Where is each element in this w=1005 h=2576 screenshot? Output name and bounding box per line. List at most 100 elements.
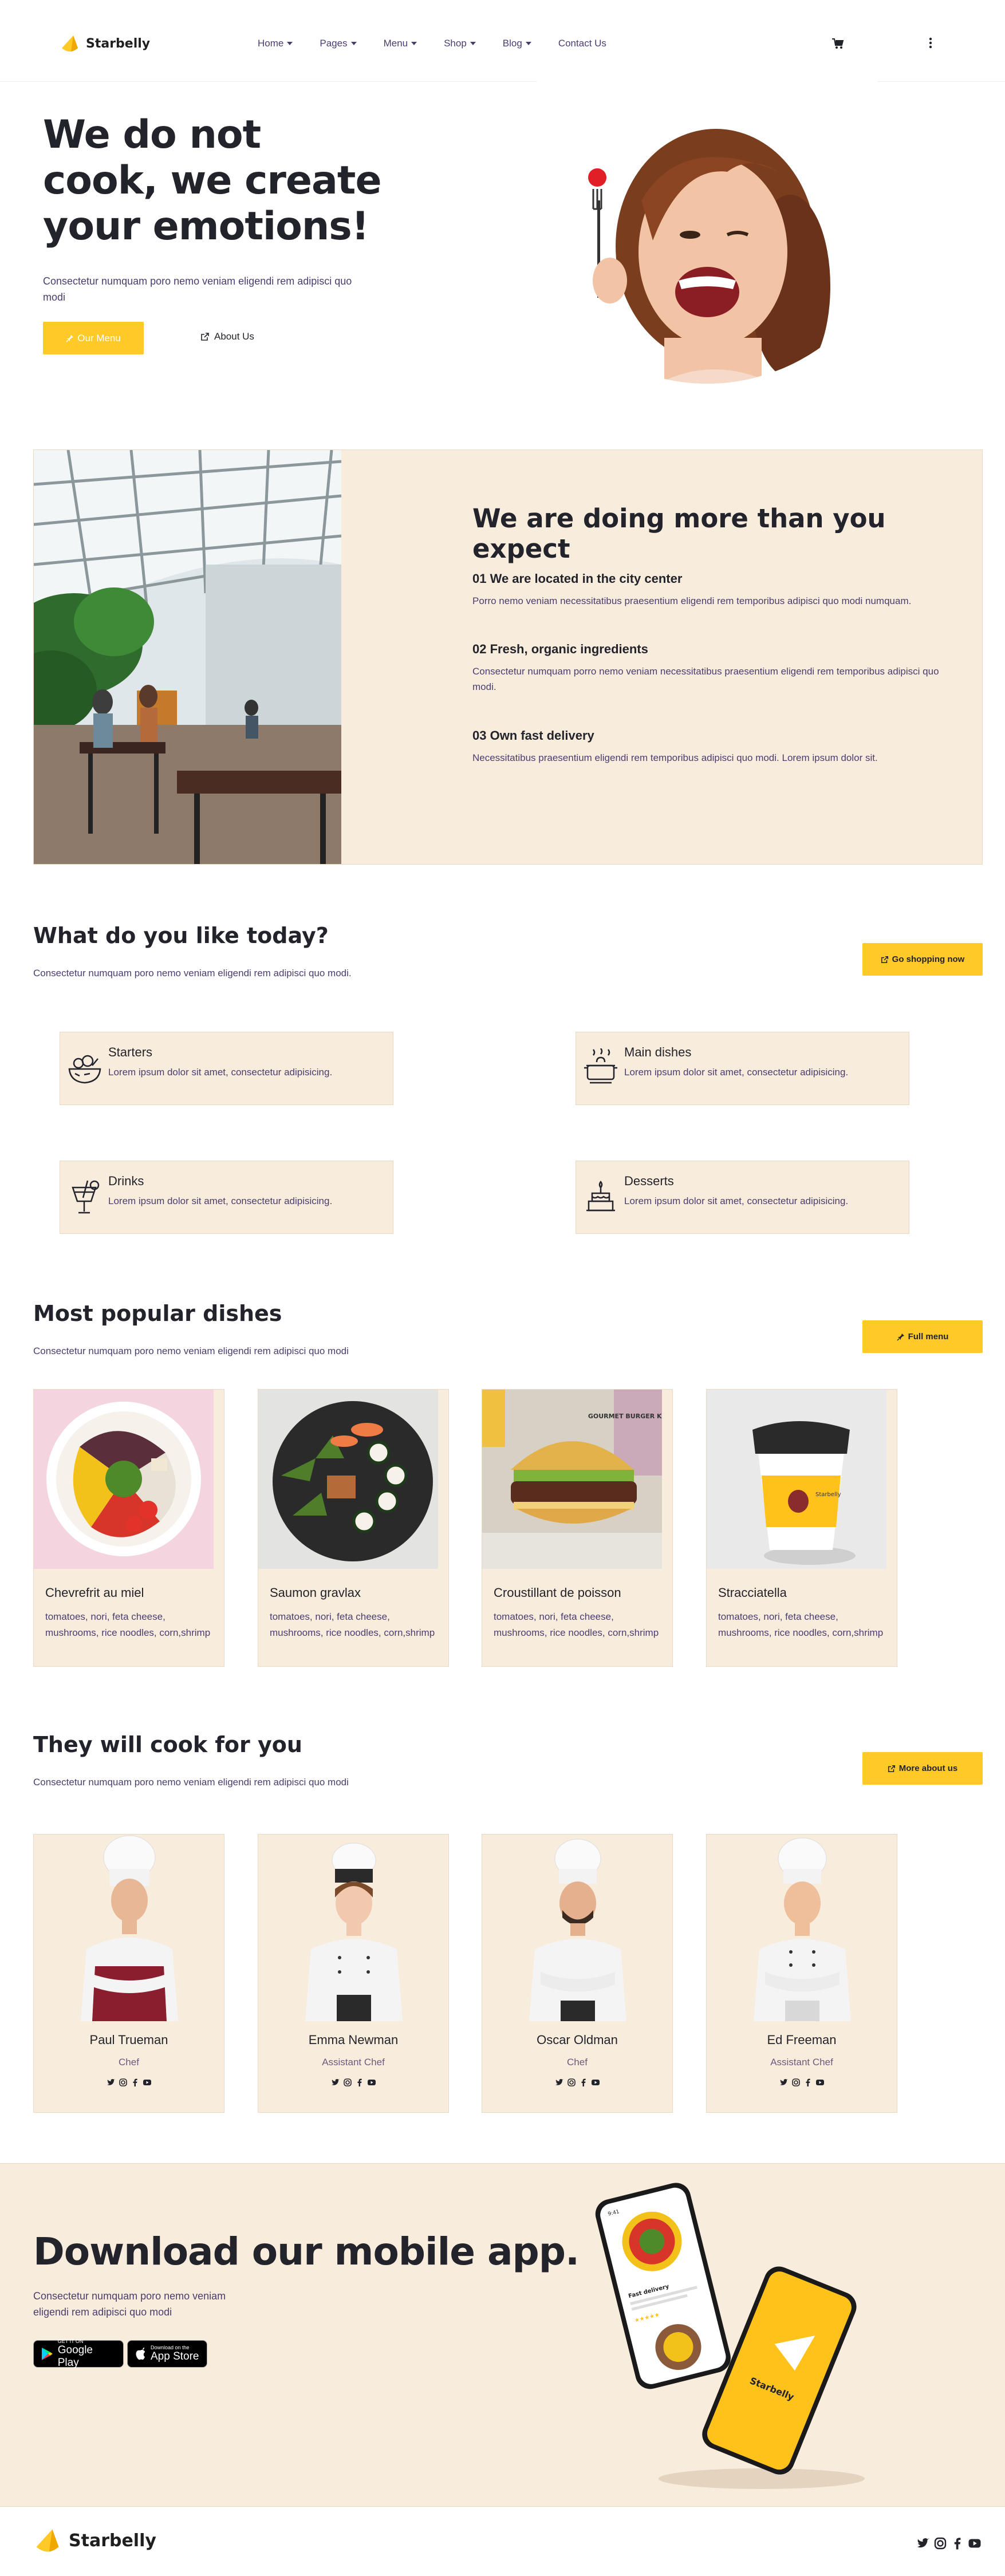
dish-image xyxy=(258,1390,438,1569)
app-title: Download our mobile app. xyxy=(33,2230,580,2274)
more-vertical-icon[interactable] xyxy=(929,37,932,49)
youtube-icon[interactable] xyxy=(815,2078,825,2087)
category-title: Desserts xyxy=(624,1174,674,1188)
google-play-button[interactable]: GET IT ON Google Play xyxy=(33,2338,124,2369)
more-about-us-button[interactable]: More about us xyxy=(862,1752,983,1785)
twitter-icon[interactable] xyxy=(555,2078,564,2087)
twitter-icon[interactable] xyxy=(107,2078,116,2087)
instagram-icon[interactable] xyxy=(567,2078,576,2087)
category-card-main-dishes[interactable]: Main dishes Lorem ipsum dolor sit amet, … xyxy=(576,1032,909,1105)
about-item: 03 Own fast delivery Necessitatibus prae… xyxy=(472,728,965,766)
go-shopping-button[interactable]: Go shopping now xyxy=(862,943,983,976)
nav-item-contact[interactable]: Contact Us xyxy=(558,38,606,49)
chef-role: Assistant Chef xyxy=(770,2057,833,2068)
external-link-icon xyxy=(881,956,888,963)
footer-logo[interactable]: Starbelly xyxy=(33,2526,156,2555)
about-item-text: Necessitatibus praesentium eligendi rem … xyxy=(472,752,878,763)
dish-card[interactable]: Saumon gravlax tomatoes, nori, feta chee… xyxy=(258,1389,449,1667)
team-text: Consectetur numquam poro nemo veniam eli… xyxy=(33,1777,349,1788)
category-title: Drinks xyxy=(108,1174,144,1188)
chef-card[interactable]: Ed Freeman Assistant Chef xyxy=(706,1834,897,2113)
about-item-title: 02 Fresh, organic ingredients xyxy=(472,642,648,656)
dish-card[interactable]: GOURMET BURGER KITCHEN Croustillant de p… xyxy=(482,1389,673,1667)
google-play-text: GET IT ON Google Play xyxy=(58,2338,116,2369)
restaurant-photo xyxy=(34,450,341,864)
chef-card[interactable]: Oscar Oldman Chef xyxy=(482,1834,673,2113)
chef-photo xyxy=(294,1835,414,2021)
youtube-icon[interactable] xyxy=(367,2078,376,2087)
dish-card[interactable]: Chevrefrit au miel tomatoes, nori, feta … xyxy=(33,1389,224,1667)
categories-title: What do you like today? xyxy=(33,923,329,948)
about-item: 02 Fresh, organic ingredients Consectetu… xyxy=(472,642,965,695)
chef-role: Chef xyxy=(119,2057,139,2068)
youtube-icon[interactable] xyxy=(143,2078,152,2087)
category-card-drinks[interactable]: Drinks Lorem ipsum dolor sit amet, conse… xyxy=(60,1161,393,1234)
facebook-icon[interactable] xyxy=(131,2078,140,2087)
facebook-icon[interactable] xyxy=(579,2078,588,2087)
app-store-top: Download on the xyxy=(151,2345,190,2350)
chef-photo xyxy=(69,1835,190,2021)
full-menu-button[interactable]: Full menu xyxy=(862,1320,983,1353)
cooking-pot-icon xyxy=(584,1048,617,1084)
facebook-icon[interactable] xyxy=(355,2078,364,2087)
full-menu-label: Full menu xyxy=(908,1332,949,1342)
cake-icon xyxy=(586,1180,615,1212)
nav-item-home[interactable]: Home xyxy=(258,38,293,49)
about-section: We are doing more than you expect 01 We … xyxy=(33,449,983,865)
category-card-starters[interactable]: Starters Lorem ipsum dolor sit amet, con… xyxy=(60,1032,393,1105)
instagram-icon[interactable] xyxy=(791,2078,801,2087)
dish-image: Starbelly xyxy=(707,1390,886,1569)
category-card-desserts[interactable]: Desserts Lorem ipsum dolor sit amet, con… xyxy=(576,1161,909,1234)
cart-icon[interactable] xyxy=(831,38,844,49)
chef-name: Emma Newman xyxy=(308,2033,399,2047)
chef-card[interactable]: Emma Newman Assistant Chef xyxy=(258,1834,449,2113)
nav-item-blog[interactable]: Blog xyxy=(503,38,531,49)
youtube-icon[interactable] xyxy=(968,2536,982,2550)
dish-image: GOURMET BURGER KITCHEN xyxy=(482,1390,662,1569)
twitter-icon[interactable] xyxy=(916,2536,930,2550)
main-menu: Home Pages Menu Shop Blog Contact Us xyxy=(258,38,633,49)
our-menu-button[interactable]: Our Menu xyxy=(43,322,144,354)
nav-item-pages[interactable]: Pages xyxy=(320,38,357,49)
chef-card[interactable]: Paul Trueman Chef xyxy=(33,1834,224,2113)
instagram-icon[interactable] xyxy=(343,2078,352,2087)
dish-ingredients: tomatoes, nori, feta cheese, mushrooms, … xyxy=(718,1611,884,1638)
app-store-button[interactable]: Download on the App Store xyxy=(127,2340,207,2368)
app-download-section: Download our mobile app. Consectetur num… xyxy=(0,2163,1005,2507)
facebook-icon[interactable] xyxy=(951,2536,964,2550)
popular-text: Consectetur numquam poro nemo veniam eli… xyxy=(33,1346,349,1356)
footer-social-links xyxy=(916,2536,982,2550)
chef-social-links xyxy=(34,2078,224,2087)
chef-photo xyxy=(742,1835,862,2021)
twitter-icon[interactable] xyxy=(779,2078,789,2087)
instagram-icon[interactable] xyxy=(933,2536,947,2550)
hero-image xyxy=(504,74,905,384)
team-title: They will cook for you xyxy=(33,1732,302,1757)
app-store-name: App Store xyxy=(151,2350,199,2362)
phones-illustration: 9:41 Fast delivery ★★★★★ Starbelly xyxy=(590,2175,876,2496)
category-text: Lorem ipsum dolor sit amet, consectetur … xyxy=(624,1196,849,1206)
nav-label: Blog xyxy=(502,38,522,49)
apple-icon xyxy=(136,2348,145,2360)
facebook-icon[interactable] xyxy=(803,2078,813,2087)
popular-title: Most popular dishes xyxy=(33,1301,282,1326)
instagram-icon[interactable] xyxy=(119,2078,128,2087)
cup-label: Starbelly xyxy=(815,1492,841,1498)
google-play-name: Google Play xyxy=(57,2344,93,2369)
youtube-icon[interactable] xyxy=(591,2078,600,2087)
about-item-title: 03 Own fast delivery xyxy=(472,728,594,743)
nav-label: Contact Us xyxy=(558,38,606,49)
about-title: We are doing more than you expect xyxy=(472,503,886,564)
nav-item-menu[interactable]: Menu xyxy=(384,38,417,49)
nav-label: Pages xyxy=(320,38,348,49)
about-us-link[interactable]: About Us xyxy=(200,331,254,342)
twitter-icon[interactable] xyxy=(331,2078,340,2087)
dish-card[interactable]: Starbelly Stracciatella tomatoes, nori, … xyxy=(706,1389,897,1667)
chef-social-links xyxy=(707,2078,897,2087)
brand-logo[interactable]: Starbelly xyxy=(60,33,150,54)
dish-ingredients: tomatoes, nori, feta cheese, mushrooms, … xyxy=(494,1611,659,1638)
nav-item-shop[interactable]: Shop xyxy=(444,38,476,49)
chef-photo xyxy=(518,1835,638,2021)
external-link-icon xyxy=(201,333,209,341)
logo-icon xyxy=(36,2529,59,2552)
